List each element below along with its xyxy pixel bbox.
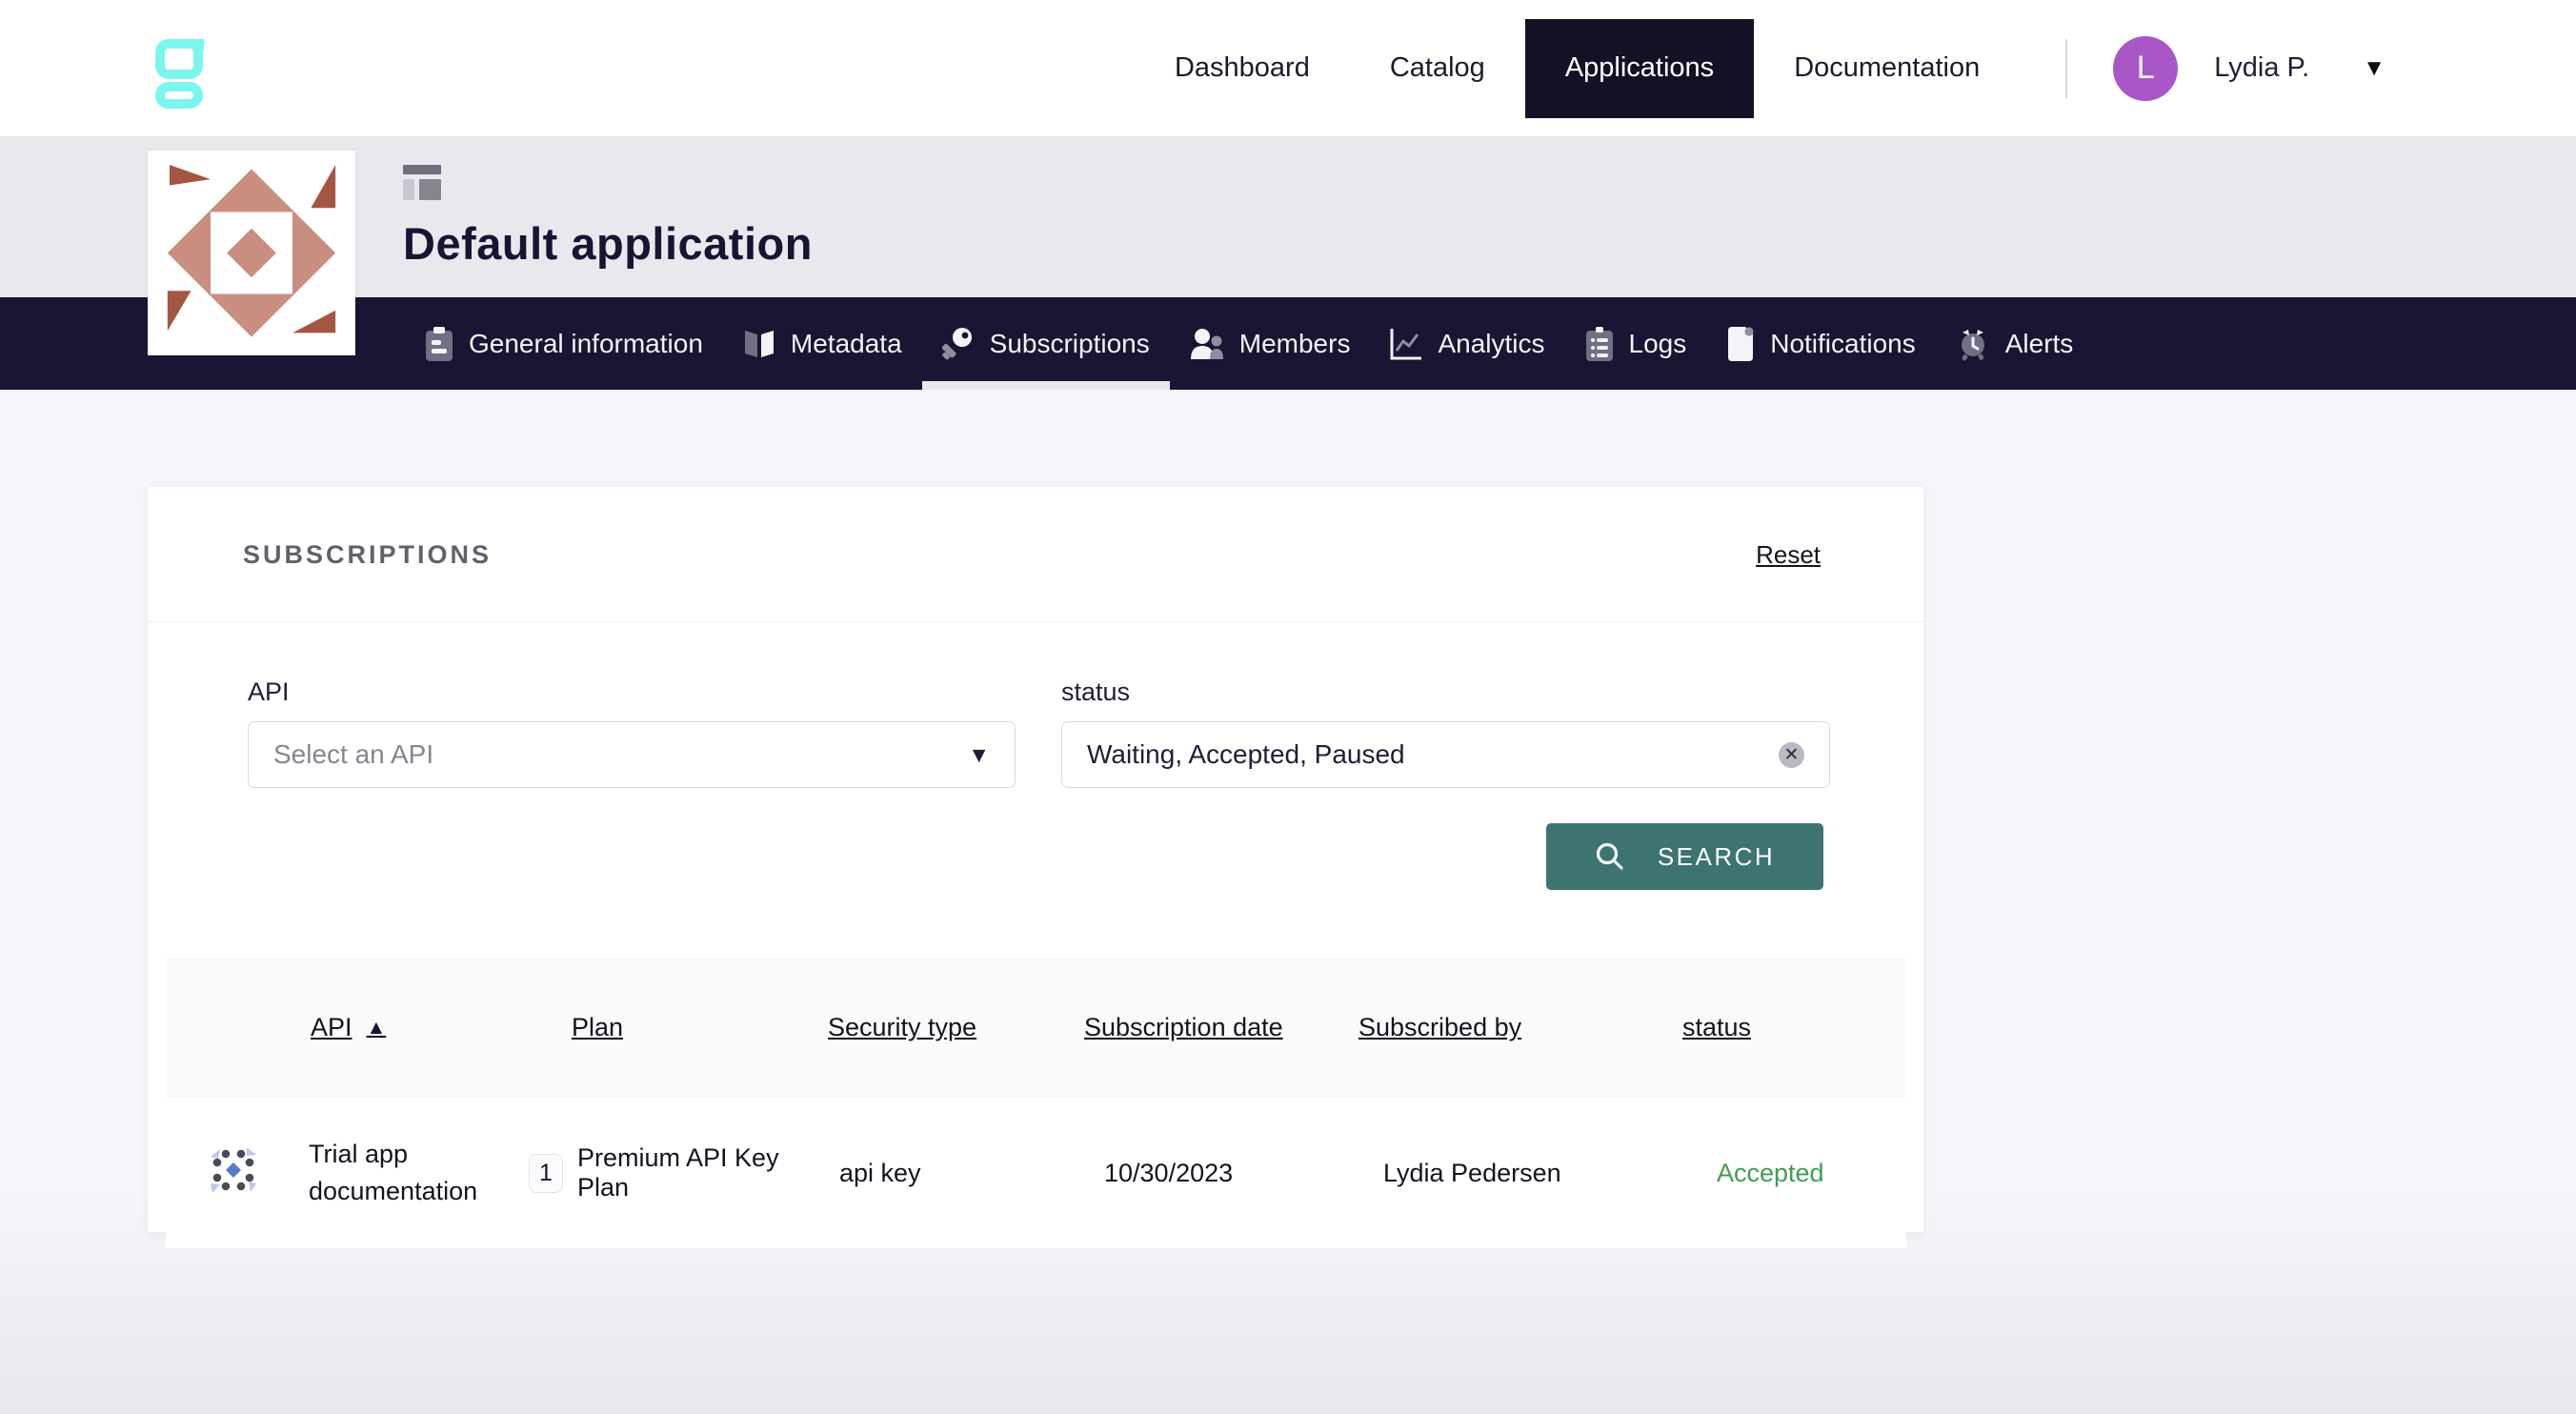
tab-label: Alerts <box>2005 329 2074 359</box>
tab-notifications[interactable]: Notifications <box>1706 297 1936 390</box>
tab-analytics[interactable]: Analytics <box>1370 297 1564 390</box>
column-header-status[interactable]: status <box>1682 1013 1906 1042</box>
notification-doc-icon <box>1726 327 1755 361</box>
column-header-subscribed-by[interactable]: Subscribed by <box>1358 1013 1682 1042</box>
api-identicon <box>209 1145 258 1195</box>
cell-security-type: api key <box>828 1159 1084 1188</box>
tab-label: Subscriptions <box>990 329 1150 359</box>
table-header-row: API ▲ Plan Security type Subscription da… <box>166 958 1906 1098</box>
book-icon <box>743 329 775 359</box>
members-icon <box>1190 328 1224 360</box>
tab-logs[interactable]: Logs <box>1565 297 1707 390</box>
page-title: Default application <box>403 217 813 270</box>
nav-menu: Dashboard Catalog Applications Documenta… <box>1135 0 2385 136</box>
panel-title: SUBSCRIPTIONS <box>243 540 492 570</box>
column-header-security-type[interactable]: Security type <box>828 1013 1084 1042</box>
nav-item-catalog[interactable]: Catalog <box>1350 19 1525 118</box>
plan-count-badge: 1 <box>529 1154 563 1193</box>
cell-subscribed-by: Lydia Pedersen <box>1358 1159 1682 1188</box>
filters: API Select an API ▼ status Waiting, Acce… <box>148 622 1923 788</box>
tab-label: Logs <box>1629 329 1687 359</box>
top-navigation: Dashboard Catalog Applications Documenta… <box>0 0 2576 136</box>
search-button[interactable]: SEARCH <box>1546 823 1823 890</box>
tab-alerts[interactable]: Alerts <box>1936 297 2094 390</box>
nav-item-applications[interactable]: Applications <box>1525 19 1754 118</box>
tab-label: Metadata <box>791 329 902 359</box>
cell-plan: 1 Premium API Key Plan <box>529 1143 828 1202</box>
column-header-subscription-date[interactable]: Subscription date <box>1084 1013 1358 1042</box>
avatar[interactable]: L <box>2113 36 2178 101</box>
tab-general-information[interactable]: General information <box>405 297 723 390</box>
api-select[interactable]: Select an API ▼ <box>248 721 1016 788</box>
tab-label: Notifications <box>1770 329 1916 359</box>
key-icon <box>942 327 975 361</box>
chevron-down-icon[interactable]: ▼ <box>2363 55 2385 82</box>
subscriptions-table: API ▲ Plan Security type Subscription da… <box>166 958 1906 1248</box>
api-filter-label: API <box>248 677 1016 707</box>
clear-icon[interactable]: ✕ <box>1779 742 1804 768</box>
reset-link[interactable]: Reset <box>1756 540 1821 570</box>
tab-label: Members <box>1239 329 1351 359</box>
search-icon <box>1595 841 1625 872</box>
plan-name: Premium API Key Plan <box>577 1143 828 1202</box>
status-filter-label: status <box>1061 677 1830 707</box>
alarm-clock-icon <box>1956 327 1990 361</box>
logs-icon <box>1585 327 1614 361</box>
subscriptions-card: SUBSCRIPTIONS Reset API Select an API ▼ … <box>148 487 1923 1232</box>
chevron-down-icon[interactable]: ▼ <box>968 742 990 768</box>
search-button-label: SEARCH <box>1658 842 1775 872</box>
application-type-icon <box>403 163 443 203</box>
nav-divider <box>2065 39 2067 98</box>
chart-icon <box>1390 328 1422 360</box>
column-header-plan[interactable]: Plan <box>529 1013 828 1042</box>
application-avatar <box>148 151 355 355</box>
tab-metadata[interactable]: Metadata <box>723 297 922 390</box>
user-name: Lydia P. <box>2214 52 2309 84</box>
api-select-placeholder: Select an API <box>273 739 433 770</box>
column-header-api[interactable]: API ▲ <box>309 1013 529 1042</box>
user-menu[interactable]: L Lydia P. ▼ <box>2113 36 2385 101</box>
application-header: Default application <box>0 136 2576 297</box>
tab-members[interactable]: Members <box>1170 297 1371 390</box>
nav-item-dashboard[interactable]: Dashboard <box>1135 19 1350 118</box>
cell-status status-badge: Accepted <box>1682 1159 1906 1188</box>
column-label: API <box>311 1013 352 1042</box>
clipboard-icon <box>425 327 453 361</box>
tab-label: Analytics <box>1438 329 1544 359</box>
page-body: SUBSCRIPTIONS Reset API Select an API ▼ … <box>0 390 2576 1414</box>
tab-subscriptions[interactable]: Subscriptions <box>922 297 1170 390</box>
cell-subscription-date: 10/30/2023 <box>1084 1159 1358 1188</box>
sort-asc-icon[interactable]: ▲ <box>367 1017 387 1040</box>
application-tabs: General information Metadata Subscriptio… <box>0 297 2576 390</box>
table-row[interactable]: Trial app documentation 1 Premium API Ke… <box>166 1098 1906 1248</box>
status-select[interactable]: Waiting, Accepted, Paused ✕ <box>1061 721 1830 788</box>
status-select-value: Waiting, Accepted, Paused <box>1087 739 1405 770</box>
tab-label: General information <box>469 329 703 359</box>
cell-api: Trial app documentation <box>309 1136 529 1210</box>
nav-item-documentation[interactable]: Documentation <box>1754 19 2020 118</box>
gravitee-logo-icon[interactable] <box>152 32 210 111</box>
